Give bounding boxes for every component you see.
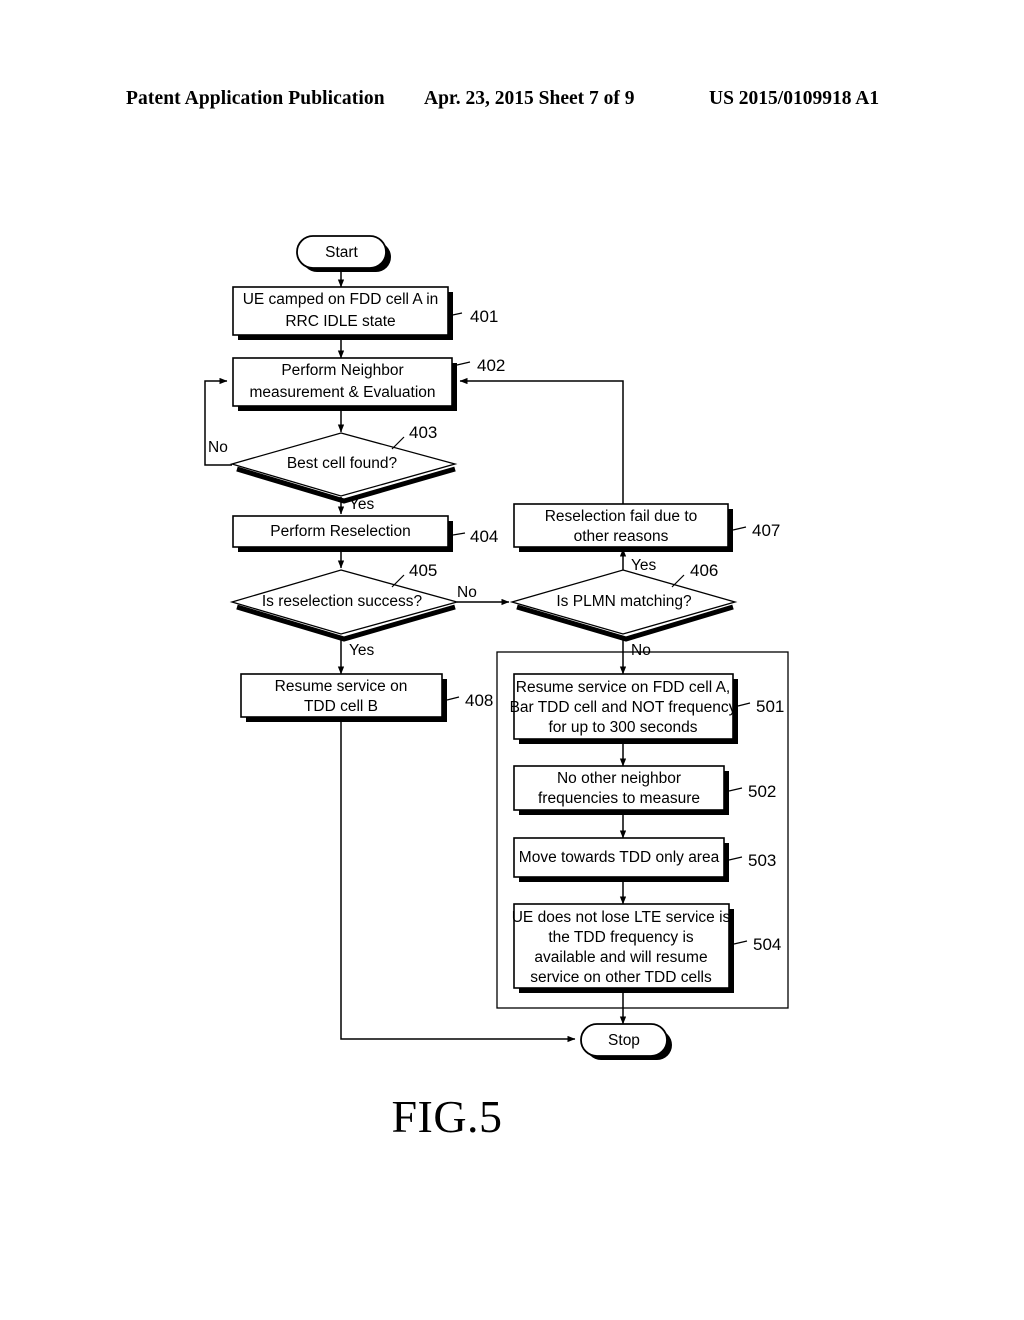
process-504: UE does not lose LTE service is the TDD … [512, 903, 781, 993]
process-501-line-2: Bar TDD cell and NOT frequency [510, 699, 737, 716]
terminal-stop-label: Stop [608, 1032, 640, 1049]
process-408-line-1: Resume service on [275, 678, 408, 695]
ref-label-406: 406 [690, 561, 718, 580]
figure-caption-text: FIG.5 [391, 1091, 503, 1142]
edge-label-406-yes: Yes [631, 557, 657, 574]
ref-label-403: 403 [409, 423, 437, 442]
process-504-line-4: service on other TDD cells [530, 969, 712, 986]
edge-label-403-no: No [208, 439, 228, 456]
edge-label-406-no: No [631, 642, 651, 659]
edge-label-403-yes: Yes [349, 496, 375, 513]
edge-label-405-yes: Yes [349, 642, 375, 659]
process-502-line-1: No other neighbor [557, 770, 681, 787]
ref-label-405: 405 [409, 561, 437, 580]
ref-label-504: 504 [753, 935, 781, 954]
process-401-line-2: RRC IDLE state [285, 313, 395, 330]
ref-label-402: 402 [477, 356, 505, 375]
process-408: Resume service on TDD cell B 408 [240, 673, 493, 722]
decision-405-label: Is reselection success? [262, 593, 423, 610]
process-502-line-2: frequencies to measure [538, 790, 700, 807]
connector-407-to-402 [459, 377, 624, 508]
decision-405: Is reselection success? 405 Yes No [229, 561, 477, 659]
process-503: Move towards TDD only area 503 [513, 837, 776, 882]
patent-page: Patent Application Publication Apr. 23, … [0, 0, 1024, 1320]
edge-label-405-no: No [457, 584, 477, 601]
process-501-line-1: Resume service on FDD cell A, [516, 679, 731, 696]
decision-406-label: Is PLMN matching? [556, 593, 692, 610]
figure-caption: FIG.5 [0, 1090, 1024, 1143]
process-404-label: Perform Reselection [270, 523, 410, 540]
process-407: Reselection fail due to other reasons 40… [513, 503, 780, 552]
decision-403-label: Best cell found? [287, 455, 398, 472]
process-501: Resume service on FDD cell A, Bar TDD ce… [510, 673, 784, 744]
process-401: UE camped on FDD cell A in RRC IDLE stat… [232, 286, 498, 340]
ref-label-408: 408 [465, 691, 493, 710]
process-407-line-2: other reasons [574, 528, 669, 545]
process-503-label: Move towards TDD only area [519, 849, 720, 866]
terminal-start: Start [296, 235, 391, 272]
ref-label-503: 503 [748, 851, 776, 870]
ref-label-501: 501 [756, 697, 784, 716]
process-501-line-3: for up to 300 seconds [548, 719, 697, 736]
process-504-line-2: the TDD frequency is [548, 929, 694, 946]
terminal-start-label: Start [325, 244, 358, 261]
process-401-line-1: UE camped on FDD cell A in [243, 291, 439, 308]
process-502: No other neighbor frequencies to measure… [513, 765, 776, 815]
process-407-line-1: Reselection fail due to [545, 508, 698, 525]
process-402: Perform Neighbor measurement & Evaluatio… [232, 356, 505, 411]
ref-label-502: 502 [748, 782, 776, 801]
ref-label-401: 401 [470, 307, 498, 326]
process-408-line-2: TDD cell B [304, 698, 378, 715]
process-402-line-2: measurement & Evaluation [249, 384, 435, 401]
process-402-line-1: Perform Neighbor [281, 362, 403, 379]
decision-403: Best cell found? 403 No Yes [208, 423, 458, 513]
ref-label-407: 407 [752, 521, 780, 540]
ref-label-404: 404 [470, 527, 498, 546]
process-504-line-1: UE does not lose LTE service is [512, 909, 731, 926]
terminal-stop: Stop [580, 1023, 672, 1060]
process-504-line-3: available and will resume [534, 949, 707, 966]
process-404: Perform Reselection 404 [232, 515, 498, 552]
